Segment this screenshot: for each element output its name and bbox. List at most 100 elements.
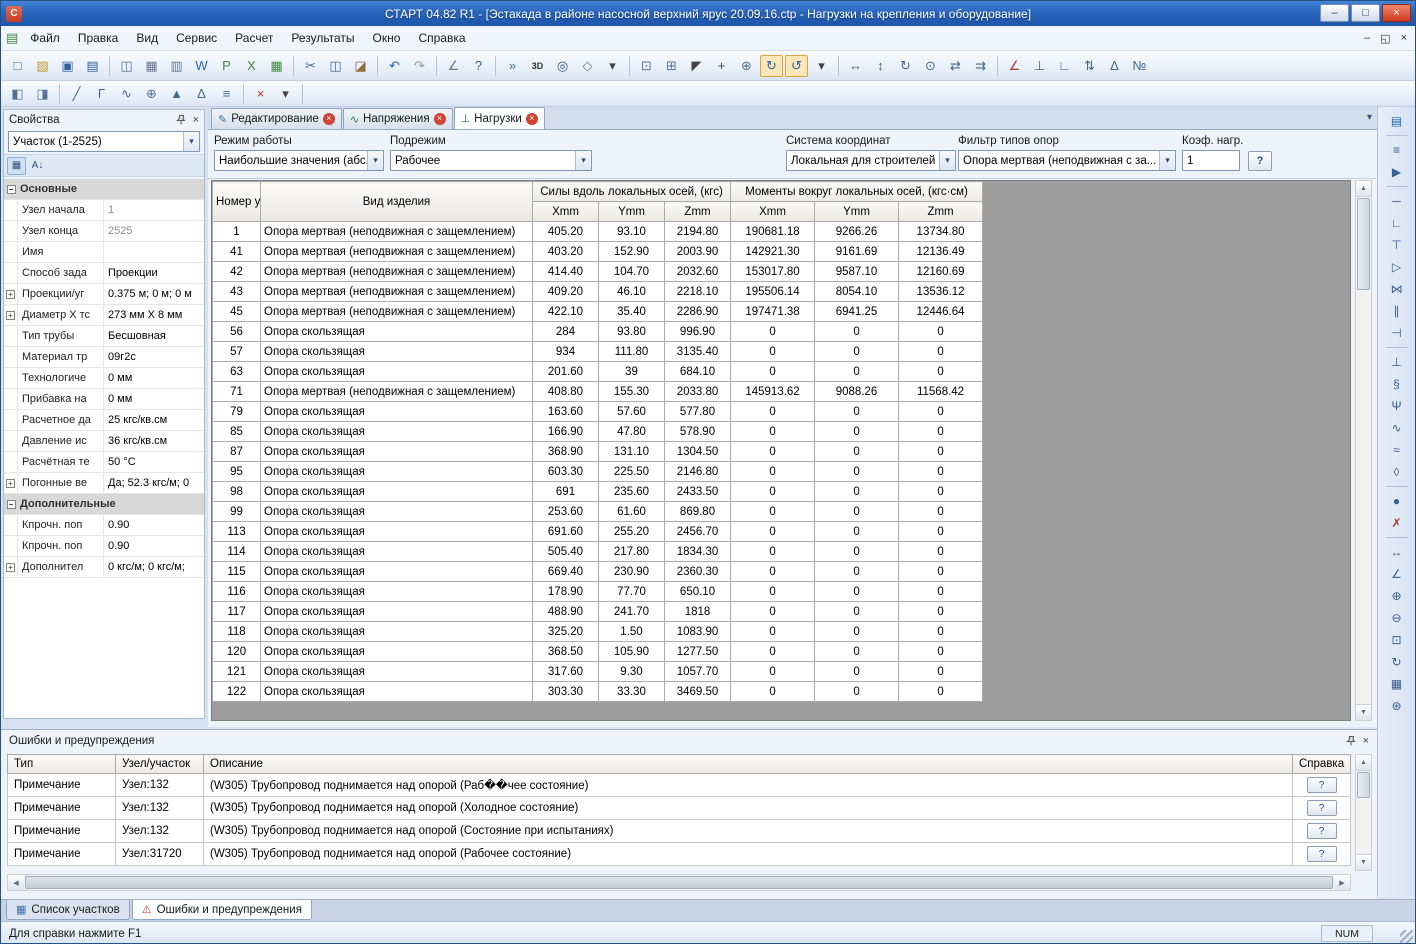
column-header-axis[interactable]: Ymm (815, 202, 899, 222)
toolbar-options-icon[interactable]: ▾ (810, 55, 833, 77)
zoom-out-view-icon[interactable]: ⊖ (1384, 607, 1410, 629)
insert-bend-icon[interactable]: ∟ (1384, 212, 1410, 234)
property-row[interactable]: Кпрочн. поп0.90 (4, 536, 204, 557)
property-value[interactable]: Да; 52.3 кгс/м; 0 (104, 473, 204, 493)
collapse-icon[interactable]: − (4, 179, 18, 199)
property-row[interactable]: Материал тр09г2с (4, 347, 204, 368)
run-calculation-icon[interactable]: ▶ (1384, 161, 1410, 183)
paste-icon[interactable]: ◪ (349, 55, 372, 77)
property-value[interactable]: Проекции (104, 263, 204, 283)
fit-view-icon[interactable]: ⊡ (1384, 629, 1410, 651)
table-row[interactable]: 118Опора скользящая325.201.501083.90000 (213, 622, 983, 642)
property-row[interactable]: +Диаметр X тс273 мм X 8 мм (4, 305, 204, 326)
error-help-button[interactable]: ? (1307, 777, 1337, 793)
find-icon[interactable]: ◎ (551, 55, 574, 77)
export-report-icon[interactable]: ▤ (81, 55, 104, 77)
bottom-tab[interactable]: ▦Список участков (6, 900, 130, 920)
plus-box-icon[interactable]: + (6, 311, 15, 320)
column-header-axis[interactable]: Zmm (899, 202, 983, 222)
error-row[interactable]: ПримечаниеУзел:132(W305) Трубопровод под… (8, 797, 1351, 820)
column-header-moments[interactable]: Моменты вокруг локальных осей, (кгс·см) (731, 182, 983, 202)
node-numbers-icon[interactable]: № (1128, 55, 1151, 77)
undo-icon[interactable]: ↶ (383, 55, 406, 77)
maximize-button[interactable]: □ (1351, 4, 1380, 22)
table-row[interactable]: 43Опора мертвая (неподвижная с защемлени… (213, 282, 983, 302)
tab-close-icon[interactable]: × (323, 113, 335, 125)
table-row[interactable]: 117Опора скользящая488.90241.701818000 (213, 602, 983, 622)
scroll-up-icon[interactable]: ▲ (1356, 755, 1371, 771)
table-row[interactable]: 116Опора скользящая178.9077.70650.10000 (213, 582, 983, 602)
errors-horizontal-scrollbar[interactable]: ◀ ▶ (7, 874, 1351, 891)
property-row[interactable]: Прибавка на0 мм (4, 389, 204, 410)
auto-update-icon[interactable]: ↺ (785, 55, 808, 77)
view-projection-icon[interactable]: ◇ (576, 55, 599, 77)
column-header-node[interactable]: Номер узла (213, 182, 261, 222)
categorized-view-icon[interactable]: ▦ (7, 157, 26, 175)
scroll-up-icon[interactable]: ▲ (1356, 181, 1371, 197)
insert-node-icon[interactable]: ⊙ (919, 55, 942, 77)
property-value[interactable]: 273 мм X 8 мм (104, 305, 204, 325)
property-value[interactable]: 2525 (104, 221, 204, 241)
measure-icon[interactable]: ∠ (442, 55, 465, 77)
scrollbar-thumb[interactable] (1357, 772, 1370, 798)
export-word-icon[interactable]: W (190, 55, 213, 77)
menu-item[interactable]: Результаты (282, 26, 363, 50)
property-value[interactable]: 0.90 (104, 536, 204, 556)
column-header-axis[interactable]: Ymm (599, 202, 665, 222)
print-view-icon[interactable]: ▦ (1384, 673, 1410, 695)
select-cursor-icon[interactable]: ◤ (685, 55, 708, 77)
column-header-axis[interactable]: Xmm (533, 202, 599, 222)
minimize-button[interactable]: – (1320, 4, 1349, 22)
property-row[interactable]: Технологиче0 мм (4, 368, 204, 389)
insert-cap-icon[interactable]: ⊣ (1384, 322, 1410, 344)
menu-item[interactable]: Правка (69, 26, 128, 50)
table-row[interactable]: 63Опора скользящая201.6039684.10000 (213, 362, 983, 382)
delete-mode-icon[interactable]: × (249, 84, 272, 104)
table-row[interactable]: 99Опора скользящая253.6061.60869.80000 (213, 502, 983, 522)
error-row[interactable]: ПримечаниеУзел:132(W305) Трубопровод под… (8, 774, 1351, 797)
insert-weld-icon[interactable]: ◊ (1384, 461, 1410, 483)
property-value[interactable]: 0 мм (104, 389, 204, 409)
merge-nodes-icon[interactable]: ⇉ (969, 55, 992, 77)
property-value[interactable]: 36 кгс/кв.см (104, 431, 204, 451)
insert-tee-icon[interactable]: ⊤ (1384, 234, 1410, 256)
scroll-left-icon[interactable]: ◀ (8, 875, 24, 890)
resize-grip[interactable] (1400, 930, 1413, 943)
mirror-icon[interactable]: ▲ (165, 84, 188, 104)
help-button[interactable]: ? (1248, 151, 1272, 171)
document-tab[interactable]: ⊥Нагрузки× (454, 107, 545, 129)
error-row[interactable]: ПримечаниеУзел:31720(W305) Трубопровод п… (8, 843, 1351, 866)
property-row[interactable]: +Дополнител0 кгс/м; 0 кгс/м; (4, 557, 204, 578)
projection-dropdown-icon[interactable]: ▾ (601, 55, 624, 77)
menu-item[interactable]: Справка (409, 26, 474, 50)
table-row[interactable]: 115Опора скользящая669.40230.902360.3000… (213, 562, 983, 582)
column-header-forces[interactable]: Силы вдоль локальных осей, (кгс) (533, 182, 731, 202)
open-folder-icon[interactable]: ▧ (31, 55, 54, 77)
node-list-icon[interactable]: ≡ (1384, 139, 1410, 161)
table-row[interactable]: 87Опора скользящая368.90131.101304.50000 (213, 442, 983, 462)
insert-reducer-icon[interactable]: ▷ (1384, 256, 1410, 278)
menu-item[interactable]: Сервис (167, 26, 226, 50)
errors-column-help[interactable]: Справка (1293, 755, 1351, 774)
property-row[interactable]: +Проекции/уг0.375 м; 0 м; 0 м (4, 284, 204, 305)
zoom-in-icon[interactable]: ⊕ (735, 55, 758, 77)
table-row[interactable]: 42Опора мертвая (неподвижная с защемлени… (213, 262, 983, 282)
document-tab[interactable]: ✎Редактирование× (211, 108, 342, 129)
table-row[interactable]: 41Опора мертвая (неподвижная с защемлени… (213, 242, 983, 262)
insert-support-icon[interactable]: ⊥ (1384, 351, 1410, 373)
toolbar-overflow-icon[interactable]: » (501, 55, 524, 77)
zoom-in-view-icon[interactable]: ⊕ (1384, 585, 1410, 607)
view-settings-icon[interactable]: ⊛ (1384, 695, 1410, 717)
view-3d-icon[interactable]: 3D (526, 55, 549, 77)
table-row[interactable]: 114Опора скользящая505.40217.801834.3000… (213, 542, 983, 562)
property-row[interactable]: Расчетное да25 кгс/кв.см (4, 410, 204, 431)
print-icon[interactable]: ▦ (140, 55, 163, 77)
collapse-icon[interactable]: − (4, 494, 18, 514)
mode-select[interactable]: Наибольшие значения (абс.) ▾ (214, 150, 384, 171)
table-row[interactable]: 98Опора скользящая691235.602433.50000 (213, 482, 983, 502)
property-row[interactable]: Узел конца2525 (4, 221, 204, 242)
coef-input[interactable] (1182, 150, 1240, 171)
vertical-scrollbar[interactable]: ▲ ▼ (1355, 180, 1372, 721)
error-help-button[interactable]: ? (1307, 823, 1337, 839)
zoom-extents-icon[interactable]: ⊞ (660, 55, 683, 77)
